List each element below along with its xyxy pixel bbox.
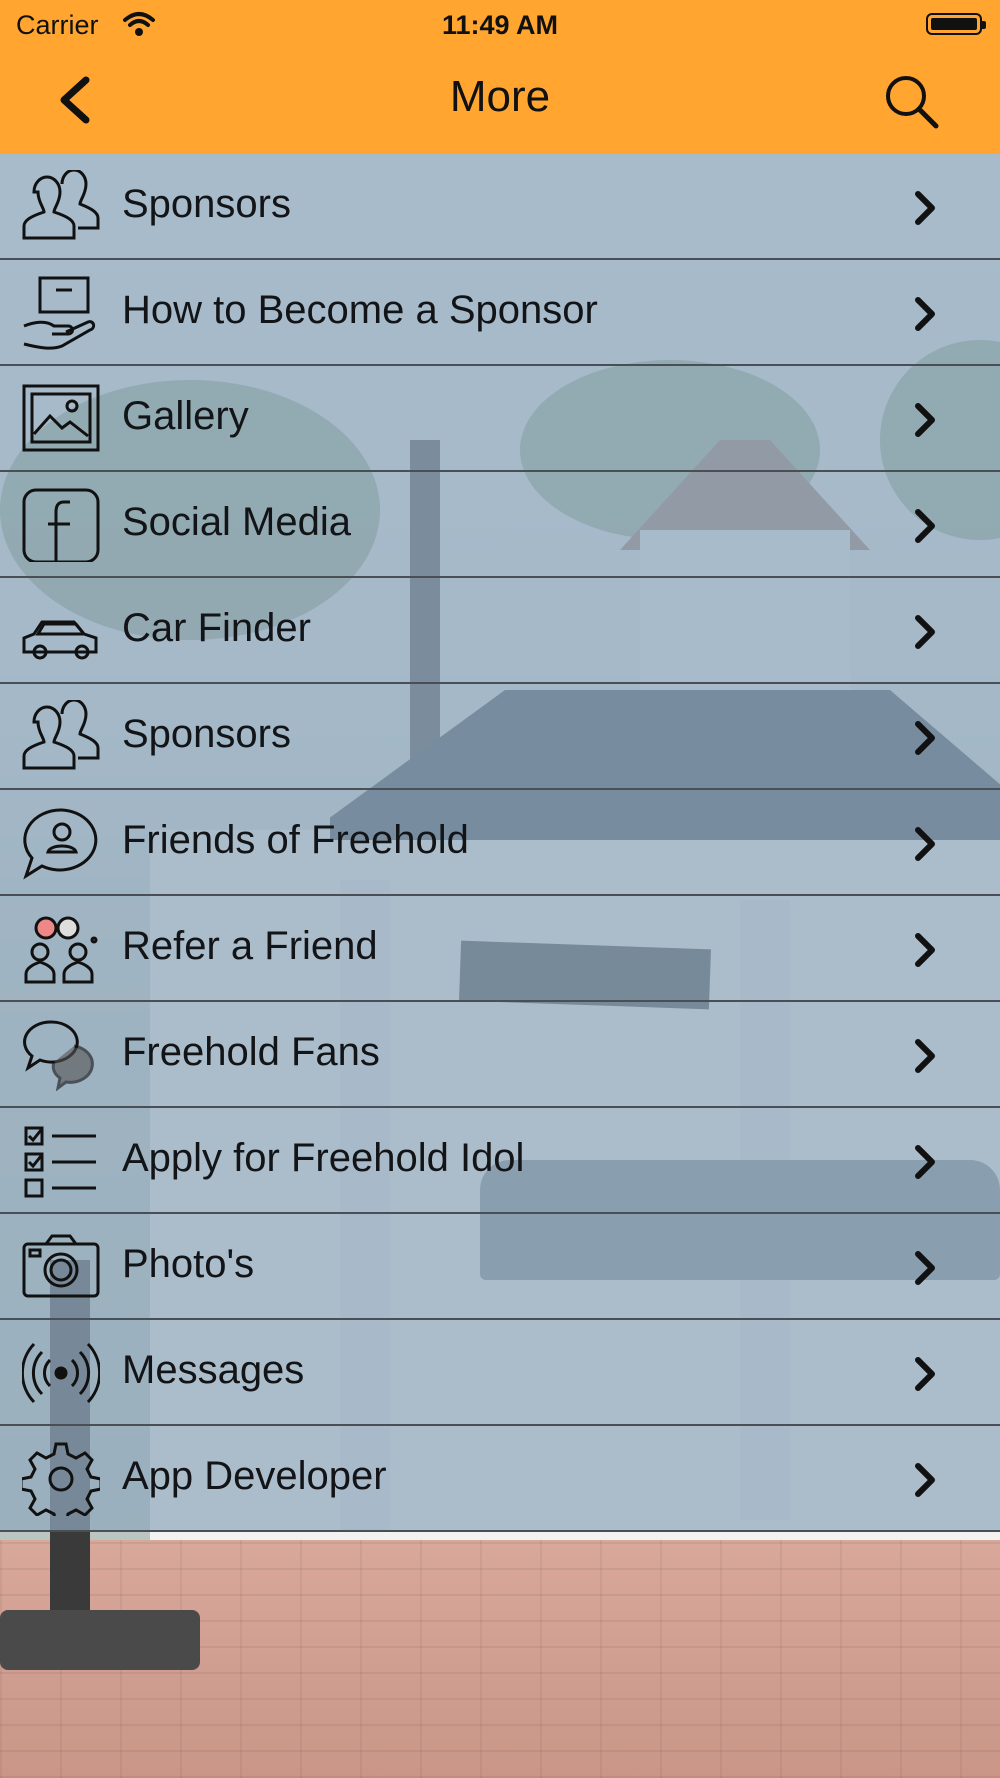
search-icon — [886, 76, 939, 129]
menu-item-label: App Developer — [122, 1454, 387, 1498]
menu-item-friends-of-freehold[interactable]: Friends of Freehold — [0, 790, 1000, 896]
chevron-right-icon — [910, 400, 940, 440]
menu-item-label: Gallery — [122, 394, 249, 438]
menu-item-label: Apply for Freehold Idol — [122, 1136, 525, 1180]
menu-item-freehold-fans[interactable]: Freehold Fans — [0, 1002, 1000, 1108]
chevron-right-icon — [910, 1036, 940, 1076]
chevron-right-icon — [910, 1460, 940, 1500]
menu-item-label: Sponsors — [122, 712, 291, 756]
menu-item-refer-a-friend[interactable]: Refer a Friend — [0, 896, 1000, 1002]
menu-item-label: Messages — [122, 1348, 305, 1392]
menu-item-label: Friends of Freehold — [122, 818, 469, 862]
chevron-right-icon — [910, 824, 940, 864]
menu-item-gallery[interactable]: Gallery — [0, 366, 1000, 472]
chevron-right-icon — [910, 1142, 940, 1182]
people-icon — [22, 168, 100, 244]
chat-bubbles-icon — [22, 1018, 100, 1092]
chevron-right-icon — [910, 1248, 940, 1288]
chevron-right-icon — [910, 1354, 940, 1394]
nav-bar: Carrier 11:49 AM More — [0, 0, 1000, 154]
people-icon — [22, 698, 100, 774]
page-title: More — [449, 72, 551, 121]
menu-item-label: Car Finder — [122, 606, 311, 650]
chevron-right-icon — [910, 506, 940, 546]
menu-item-label: Sponsors — [122, 182, 291, 226]
menu-item-label: Photo's — [122, 1242, 255, 1286]
menu-item-label: Social Media — [122, 500, 352, 544]
menu-item-label: Freehold Fans — [122, 1030, 380, 1074]
person-bubble-icon — [22, 806, 100, 880]
status-bar: Carrier 11:49 AM — [0, 0, 1000, 50]
menu-item-social-media[interactable]: Social Media — [0, 472, 1000, 578]
chevron-right-icon — [910, 612, 940, 652]
menu-item-become-sponsor[interactable]: How to Become a Sponsor — [0, 260, 1000, 366]
checklist-icon — [22, 1124, 100, 1198]
chevron-right-icon — [910, 294, 940, 334]
menu-item-label: Refer a Friend — [122, 924, 378, 968]
picture-icon — [22, 382, 100, 456]
chevron-right-icon — [910, 930, 940, 970]
chevron-right-icon — [910, 718, 940, 758]
menu-item-sponsors[interactable]: Sponsors — [0, 154, 1000, 260]
refer-friends-icon — [22, 912, 100, 986]
chevron-right-icon — [910, 188, 940, 228]
broadcast-icon — [20, 1336, 102, 1410]
menu-item-messages[interactable]: Messages — [0, 1320, 1000, 1426]
more-menu-list: Sponsors How to Become a Sponsor Gallery… — [0, 154, 1000, 1532]
search-button[interactable] — [882, 72, 942, 132]
menu-item-sponsors-2[interactable]: Sponsors — [0, 684, 1000, 790]
menu-item-photos[interactable]: Photo's — [0, 1214, 1000, 1320]
menu-item-car-finder[interactable]: Car Finder — [0, 578, 1000, 684]
facebook-icon — [22, 488, 100, 564]
menu-item-apply-freehold-idol[interactable]: Apply for Freehold Idol — [0, 1108, 1000, 1214]
battery-icon — [926, 13, 986, 35]
menu-item-app-developer[interactable]: App Developer — [0, 1426, 1000, 1532]
camera-icon — [22, 1230, 100, 1304]
hand-box-icon — [22, 276, 100, 350]
status-time: 11:49 AM — [441, 10, 559, 40]
car-icon — [22, 594, 100, 668]
gear-icon — [19, 1442, 103, 1526]
menu-item-label: How to Become a Sponsor — [122, 288, 598, 332]
